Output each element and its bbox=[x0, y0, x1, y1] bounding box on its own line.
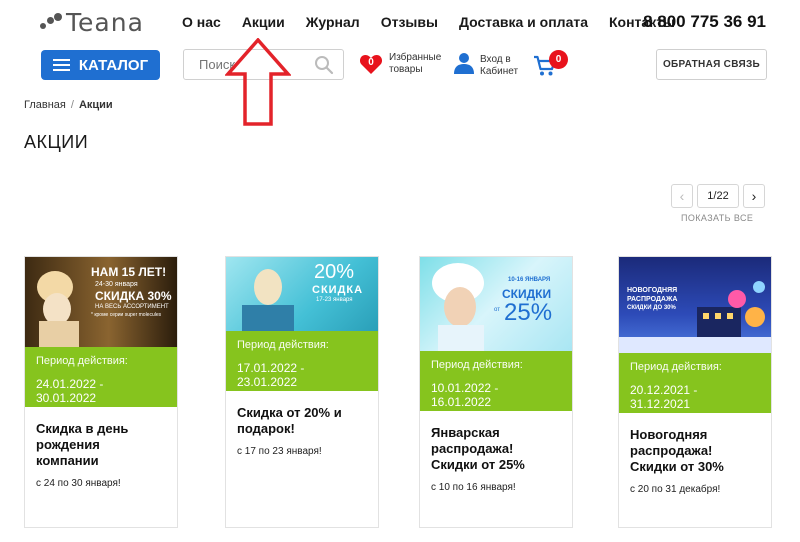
card-title[interactable]: Январская распродажа! Скидки от 25% bbox=[420, 411, 572, 473]
breadcrumb-current: Акции bbox=[78, 99, 113, 111]
portrait-image bbox=[37, 271, 79, 347]
heart-icon: 0 bbox=[359, 53, 383, 75]
banner-line: * кроме серии super molecules bbox=[91, 312, 162, 318]
nav-reviews[interactable]: Отзывы bbox=[381, 14, 438, 30]
arrow-up-icon bbox=[224, 37, 292, 133]
promo-card[interactable]: НОВОГОДНЯЯ РАСПРОДАЖА СКИДКИ ДО 30% Пери… bbox=[618, 256, 772, 528]
banner-line: СКИДКИ ДО 30% bbox=[627, 305, 676, 311]
model-image bbox=[242, 269, 294, 331]
next-page-button[interactable]: › bbox=[743, 184, 765, 208]
favorites-label-line1: Избранные bbox=[389, 52, 442, 63]
period-dates: 10.01.2022 - 16.01.2022 bbox=[431, 381, 499, 409]
period-dates: 24.01.2022 - 30.01.2022 bbox=[36, 377, 104, 405]
cart-button[interactable]: 0 bbox=[533, 50, 573, 79]
banner-line: 10-16 ЯНВАРЯ bbox=[508, 277, 551, 283]
banner-line: НАМ 15 ЛЕТ! bbox=[91, 265, 167, 279]
period-dates: 20.12.2021 - 31.12.2021 bbox=[630, 383, 698, 411]
nav-about[interactable]: О нас bbox=[182, 14, 221, 30]
banner-line: СКИДКА bbox=[312, 284, 364, 296]
logo-text: Teana bbox=[66, 8, 144, 37]
card-title[interactable]: Новогодняя распродажа! Скидки от 30% bbox=[619, 413, 771, 475]
period-block: Период действия: 10.01.2022 - 16.01.2022 bbox=[420, 351, 572, 411]
card-description: с 24 по 30 января! bbox=[36, 478, 121, 489]
logo[interactable]: Teana bbox=[40, 8, 144, 37]
prev-page-button[interactable]: ‹ bbox=[671, 184, 693, 208]
banner-line: 24-30 января bbox=[95, 281, 138, 288]
period-label: Период действия: bbox=[431, 359, 523, 371]
catalog-label: КАТАЛОГ bbox=[78, 56, 149, 74]
card-description: с 20 по 31 декабря! bbox=[630, 484, 721, 495]
page-indicator: 1/22 bbox=[697, 184, 739, 208]
promo-banner-image: НОВОГОДНЯЯ РАСПРОДАЖА СКИДКИ ДО 30% bbox=[619, 257, 771, 353]
banner-line: 17-23 января bbox=[316, 297, 353, 303]
promo-card[interactable]: НАМ 15 ЛЕТ! 24-30 января СКИДКА 30% НА В… bbox=[24, 256, 178, 528]
menu-icon bbox=[52, 59, 70, 71]
breadcrumb: Главная / Акции bbox=[24, 99, 113, 111]
card-title[interactable]: Скидка от 20% и подарок! bbox=[226, 391, 378, 437]
page-title: АКЦИИ bbox=[24, 132, 89, 152]
phone-number[interactable]: 8 800 775 36 91 bbox=[643, 12, 766, 32]
promo-banner-image: НАМ 15 ЛЕТ! 24-30 января СКИДКА 30% НА В… bbox=[25, 257, 177, 347]
period-block: Период действия: 17.01.2022 - 23.01.2022 bbox=[226, 331, 378, 391]
card-description: с 10 по 16 января! bbox=[431, 482, 516, 493]
favorites-count: 0 bbox=[368, 57, 374, 68]
nav-promotions[interactable]: Акции bbox=[242, 14, 285, 30]
period-block: Период действия: 24.01.2022 - 30.01.2022 bbox=[25, 347, 177, 407]
breadcrumb-home[interactable]: Главная bbox=[24, 99, 66, 111]
card-description: с 17 по 23 января! bbox=[237, 446, 322, 457]
banner-line: СКИДКА 30% bbox=[95, 289, 172, 303]
promo-card[interactable]: 10-16 ЯНВАРЯ СКИДКИ от 25% Период действ… bbox=[419, 256, 573, 528]
card-title[interactable]: Скидка в день рождения компании bbox=[25, 407, 177, 469]
login-label-line2: Кабинет bbox=[480, 65, 519, 77]
promo-card[interactable]: 20% СКИДКА 17-23 января Период действия:… bbox=[225, 256, 379, 528]
pager: ‹ 1/22 › bbox=[671, 184, 765, 208]
chevron-left-icon: ‹ bbox=[679, 188, 685, 204]
favorites-link[interactable]: 0 Избранные товары bbox=[359, 52, 441, 76]
banner-line: 25% bbox=[504, 299, 553, 326]
banner-line: РАСПРОДАЖА bbox=[627, 296, 678, 303]
main-nav: О нас Акции Журнал Отзывы Доставка и опл… bbox=[182, 14, 696, 30]
model-image bbox=[432, 263, 484, 351]
cart-count: 0 bbox=[549, 50, 568, 69]
show-all-link[interactable]: ПОКАЗАТЬ ВСЕ bbox=[681, 213, 753, 223]
period-label: Период действия: bbox=[36, 355, 128, 367]
period-label: Период действия: bbox=[630, 361, 722, 373]
promo-banner-image: 20% СКИДКА 17-23 января bbox=[226, 257, 378, 331]
banner-line: 20% bbox=[314, 261, 355, 283]
period-dates: 17.01.2022 - 23.01.2022 bbox=[237, 361, 305, 389]
nav-delivery[interactable]: Доставка и оплата bbox=[459, 14, 588, 30]
nav-journal[interactable]: Журнал bbox=[306, 14, 360, 30]
user-icon bbox=[454, 52, 474, 79]
login-label-line1: Вход в bbox=[480, 53, 511, 65]
chevron-right-icon: › bbox=[751, 188, 757, 204]
logo-dots-icon bbox=[40, 11, 62, 35]
catalog-button[interactable]: КАТАЛОГ bbox=[41, 50, 160, 80]
login-link[interactable]: Вход в Кабинет bbox=[454, 52, 518, 79]
banner-line: от bbox=[494, 307, 500, 313]
promo-banner-image: 10-16 ЯНВАРЯ СКИДКИ от 25% bbox=[420, 257, 572, 351]
favorites-label-line2: товары bbox=[389, 64, 423, 75]
period-block: Период действия: 20.12.2021 - 31.12.2021 bbox=[619, 353, 771, 413]
search-icon[interactable] bbox=[314, 55, 334, 80]
period-label: Период действия: bbox=[237, 339, 329, 351]
banner-line: НОВОГОДНЯЯ bbox=[627, 287, 678, 294]
feedback-button[interactable]: ОБРАТНАЯ СВЯЗЬ bbox=[656, 49, 767, 80]
banner-line: НА ВЕСЬ АССОРТИМЕНТ bbox=[95, 304, 169, 310]
